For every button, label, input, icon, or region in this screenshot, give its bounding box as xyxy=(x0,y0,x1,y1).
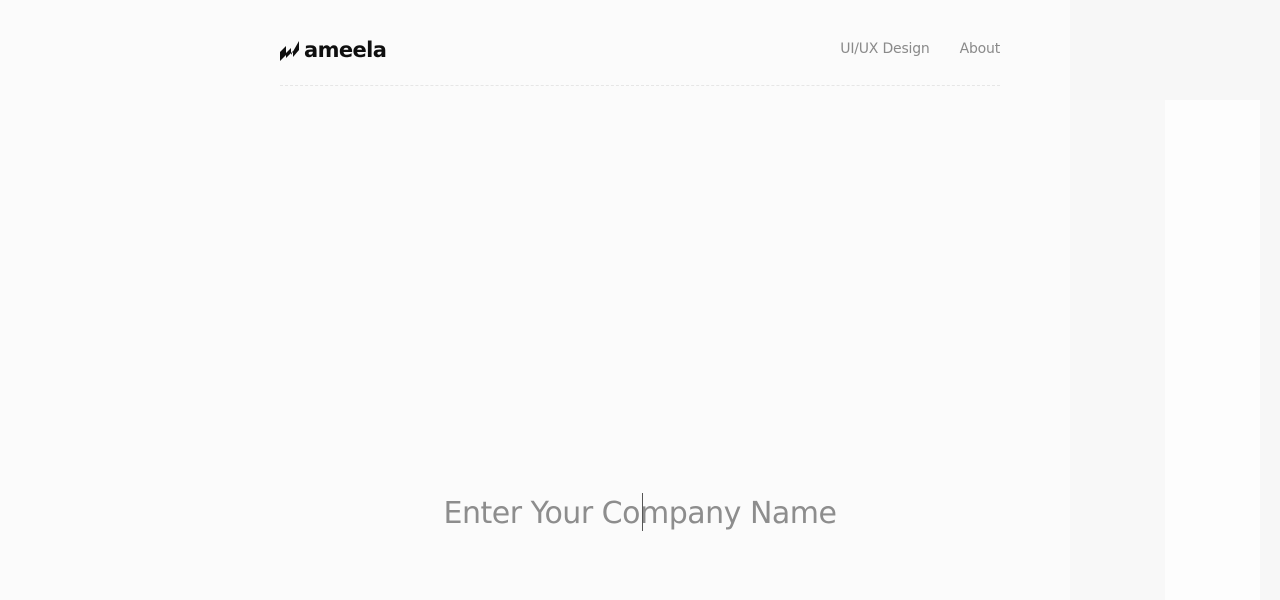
background-panel xyxy=(1070,0,1280,100)
site-header: ameela UI/UX Design About xyxy=(280,0,1000,86)
logo-link[interactable]: ameela xyxy=(280,37,387,63)
company-name-field xyxy=(340,488,940,538)
background-panel xyxy=(1165,100,1260,600)
text-caret xyxy=(642,493,643,531)
company-name-input[interactable] xyxy=(340,488,940,538)
background-panel xyxy=(1260,100,1280,600)
main-nav: UI/UX Design About xyxy=(840,39,1000,59)
background-panel xyxy=(1070,100,1165,600)
nav-link-ui-ux-design[interactable]: UI/UX Design xyxy=(840,39,930,59)
ameela-mark-icon xyxy=(280,41,299,61)
brand-name: ameela xyxy=(304,38,387,62)
nav-link-about[interactable]: About xyxy=(960,39,1001,59)
page: ameela UI/UX Design About xyxy=(0,0,1280,600)
